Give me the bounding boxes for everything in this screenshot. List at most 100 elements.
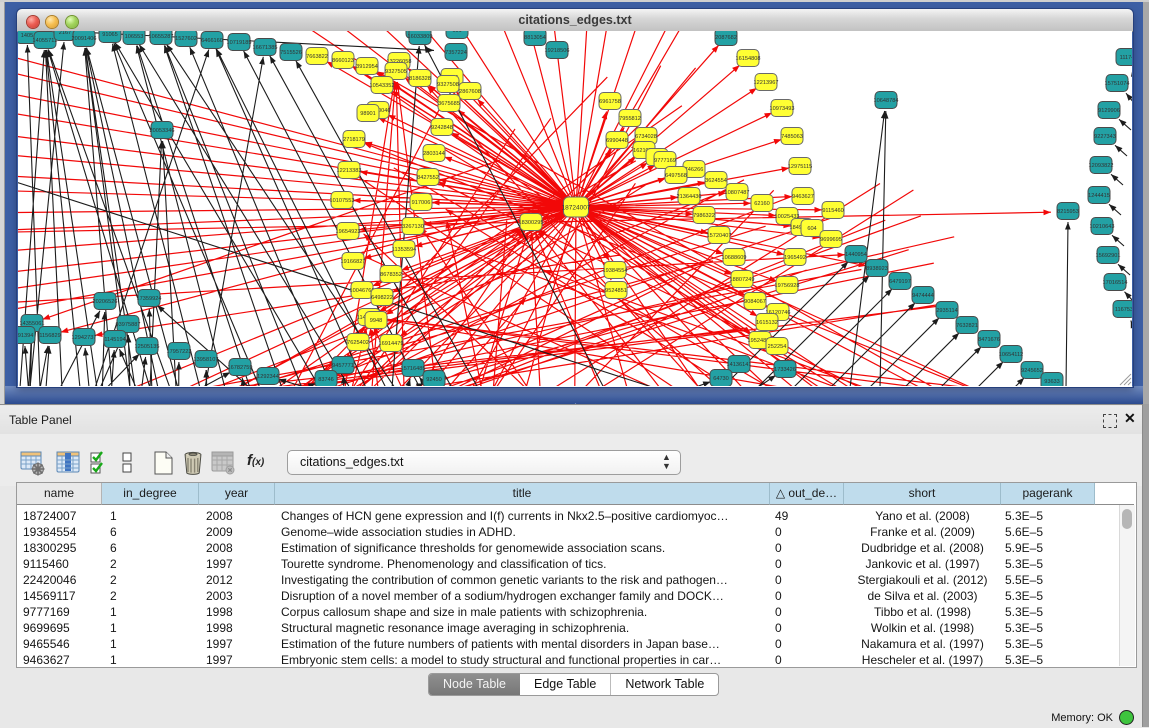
- svg-text:6479197: 6479197: [889, 279, 911, 285]
- svg-text:604: 604: [807, 226, 816, 232]
- svg-text:12942737: 12942737: [72, 335, 97, 341]
- svg-text:14055712: 14055712: [33, 38, 58, 44]
- svg-text:1244415: 1244415: [1088, 193, 1110, 199]
- svg-text:10719185: 10719185: [227, 40, 252, 46]
- svg-text:9777169: 9777169: [654, 158, 676, 164]
- svg-text:15720407: 15720407: [707, 233, 732, 239]
- svg-text:7632821: 7632821: [956, 323, 978, 329]
- svg-text:2935114: 2935114: [936, 308, 957, 314]
- svg-text:6990448: 6990448: [606, 138, 628, 144]
- svg-text:1965492: 1965492: [784, 255, 806, 261]
- svg-text:9457771: 9457771: [332, 363, 354, 369]
- svg-text:17016514: 17016514: [1103, 280, 1128, 286]
- svg-text:917006: 917006: [412, 200, 431, 206]
- svg-text:19756928: 19756928: [775, 283, 800, 289]
- svg-text:6961758: 6961758: [599, 99, 621, 105]
- svg-text:3267130: 3267130: [402, 224, 424, 230]
- svg-text:9115460: 9115460: [822, 208, 843, 214]
- svg-text:20053346: 20053346: [150, 128, 175, 134]
- svg-text:10688609: 10688609: [722, 255, 747, 261]
- svg-text:93633: 93633: [1044, 379, 1060, 385]
- svg-text:14136141: 14136141: [727, 362, 752, 368]
- svg-text:17957223: 17957223: [167, 349, 192, 355]
- svg-text:8938923: 8938923: [866, 266, 888, 272]
- svg-text:62160: 62160: [754, 201, 770, 207]
- svg-text:11174: 11174: [1120, 55, 1132, 61]
- svg-text:21364436: 21364436: [677, 194, 702, 200]
- svg-text:10807487: 10807487: [725, 190, 750, 196]
- svg-text:391394: 391394: [18, 333, 33, 339]
- svg-text:191: 191: [452, 31, 461, 34]
- svg-text:19654923: 19654923: [336, 229, 361, 235]
- svg-text:16154808: 16154808: [736, 56, 761, 62]
- svg-text:9948: 9948: [370, 318, 382, 324]
- svg-text:92450: 92450: [426, 377, 442, 383]
- svg-text:2718179: 2718179: [343, 137, 365, 143]
- svg-text:10107553: 10107553: [330, 198, 355, 204]
- svg-text:6466160: 6466160: [201, 38, 223, 44]
- svg-text:19218506: 19218506: [545, 48, 570, 54]
- svg-text:10654112: 10654112: [999, 352, 1023, 358]
- svg-text:9327505: 9327505: [385, 69, 407, 75]
- svg-text:6498222: 6498222: [371, 295, 393, 301]
- svg-text:16782759: 16782759: [228, 365, 253, 371]
- svg-text:11353594: 11353594: [392, 247, 416, 253]
- svg-text:15751074: 15751074: [1105, 81, 1130, 87]
- svg-text:7663822: 7663822: [306, 54, 328, 60]
- svg-text:9327508: 9327508: [437, 82, 459, 88]
- svg-text:20206526: 20206526: [93, 299, 118, 305]
- svg-text:8215953: 8215953: [1057, 209, 1079, 215]
- svg-text:2087682: 2087682: [715, 35, 737, 41]
- svg-text:1527602: 1527602: [175, 36, 197, 42]
- svg-text:3624554: 3624554: [705, 178, 727, 184]
- svg-text:1405: 1405: [21, 33, 33, 39]
- svg-text:9245652: 9245652: [1021, 368, 1043, 374]
- svg-text:9463627: 9463627: [792, 194, 814, 200]
- svg-text:2867608: 2867608: [459, 89, 481, 95]
- svg-text:15716485: 15716485: [401, 366, 426, 372]
- svg-text:8660123: 8660123: [332, 58, 354, 64]
- svg-text:3675685: 3675685: [438, 101, 460, 107]
- svg-text:93975887: 93975887: [116, 322, 141, 328]
- svg-text:17359924: 17359924: [137, 296, 162, 302]
- svg-text:12093822: 12093822: [1089, 163, 1114, 169]
- svg-text:12505135: 12505135: [135, 344, 160, 350]
- svg-text:18724007: 18724007: [562, 205, 591, 212]
- svg-text:252254: 252254: [768, 344, 787, 350]
- svg-text:1733426: 1733426: [774, 367, 796, 373]
- svg-text:1156829: 1156829: [39, 333, 60, 339]
- svg-text:7515526: 7515526: [280, 50, 302, 56]
- svg-text:6734028: 6734028: [635, 134, 657, 140]
- svg-text:16033809: 16033809: [408, 34, 433, 40]
- svg-text:8813054: 8813054: [524, 35, 546, 41]
- svg-text:91065: 91065: [102, 32, 118, 38]
- svg-text:10973493: 10973493: [770, 106, 795, 112]
- svg-text:83746: 83746: [318, 377, 334, 383]
- svg-text:8186328: 8186328: [409, 76, 431, 82]
- svg-text:9699695: 9699695: [820, 237, 842, 243]
- svg-text:19166827: 19166827: [341, 259, 366, 265]
- svg-text:116753: 116753: [1115, 307, 1132, 313]
- svg-text:9227343: 9227343: [1094, 134, 1116, 140]
- svg-text:1145194: 1145194: [104, 337, 125, 343]
- svg-text:9084067: 9084067: [744, 299, 766, 305]
- svg-text:7485063: 7485063: [781, 134, 803, 140]
- svg-text:3912954: 3912954: [356, 64, 378, 70]
- svg-text:10655287: 10655287: [149, 34, 174, 40]
- svg-text:20091406: 20091406: [72, 36, 97, 42]
- svg-text:1615132: 1615132: [756, 320, 778, 326]
- svg-text:2803144: 2803144: [423, 151, 445, 157]
- svg-text:8427552: 8427552: [417, 175, 439, 181]
- svg-text:9242848: 9242848: [431, 125, 453, 131]
- svg-text:9474444: 9474444: [912, 293, 934, 299]
- svg-text:19384554: 19384554: [603, 268, 628, 274]
- svg-text:12975115: 12975115: [788, 164, 812, 170]
- svg-text:6497568: 6497568: [665, 173, 687, 179]
- svg-text:12213967: 12213967: [754, 80, 779, 86]
- svg-text:8678352: 8678352: [380, 272, 402, 278]
- svg-text:2167: 2167: [59, 31, 71, 36]
- svg-text:18300295: 18300295: [519, 220, 544, 226]
- svg-text:1440954: 1440954: [845, 252, 867, 258]
- svg-text:12213383: 12213383: [337, 168, 362, 174]
- svg-text:106553: 106553: [125, 34, 144, 40]
